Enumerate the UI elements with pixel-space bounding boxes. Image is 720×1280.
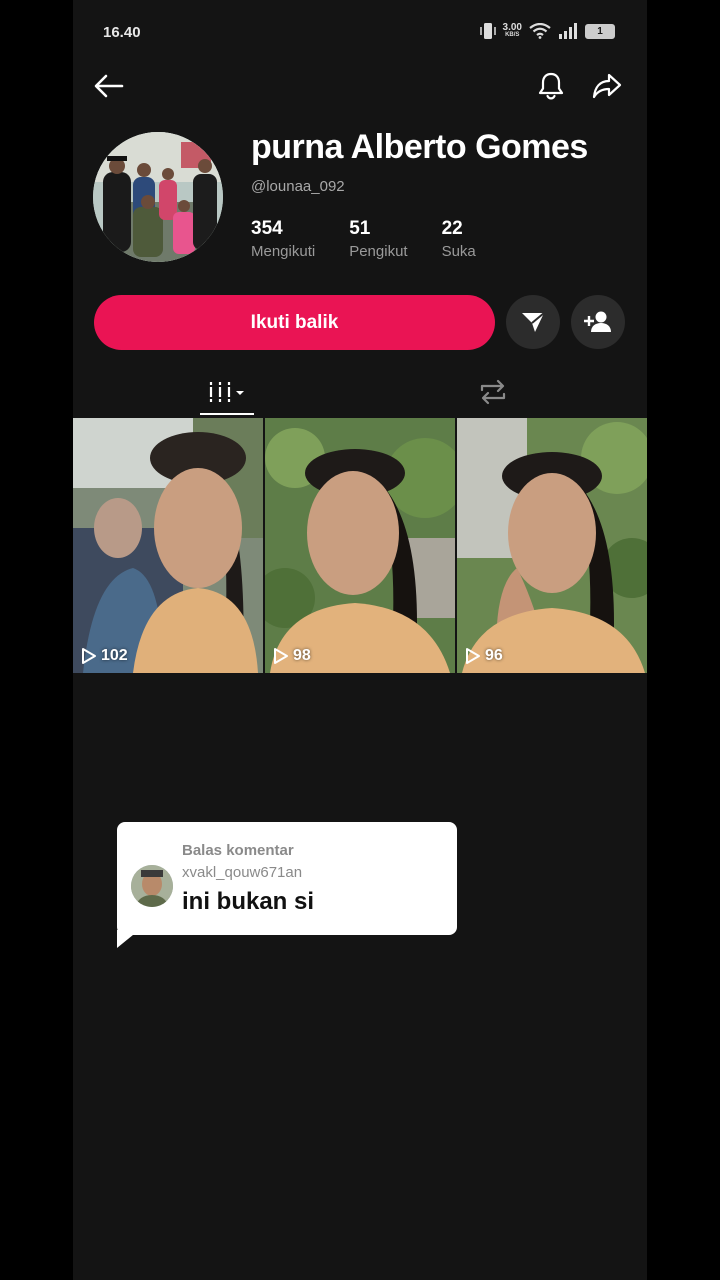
play-icon — [466, 648, 480, 664]
family-photo — [93, 132, 223, 262]
video-frame — [265, 418, 455, 673]
video-frame — [457, 418, 647, 673]
profile-stats: 354 Mengikuti 51 Pengikut 22 Suka — [251, 218, 510, 260]
profile-avatar[interactable] — [93, 132, 223, 262]
back-arrow-icon — [94, 74, 124, 98]
reply-comment-bubble: Balas komentar xvakl_qouw671an ini bukan… — [117, 822, 457, 935]
stat-followers[interactable]: 51 Pengikut — [349, 218, 407, 260]
view-count: 98 — [273, 647, 311, 665]
status-time: 16.40 — [103, 24, 141, 41]
video-thumbnail[interactable]: 96 — [457, 418, 647, 673]
send-message-icon — [522, 312, 545, 332]
app-screen: 16.40 3.00 KB/S 1 purna Alberto Gomes @l… — [73, 0, 647, 1280]
profile-handle: @lounaa_092 — [251, 178, 345, 195]
view-count: 96 — [465, 647, 503, 665]
play-icon — [82, 648, 96, 664]
view-count: 102 — [81, 647, 128, 665]
bubble-tail — [117, 930, 139, 948]
active-tab-indicator — [200, 413, 254, 415]
play-icon — [274, 648, 288, 664]
status-bar: 16.40 3.00 KB/S 1 — [73, 0, 647, 64]
video-thumbnail[interactable]: 102 — [73, 418, 263, 673]
video-frame — [73, 418, 263, 673]
net-speed: 3.00 KB/S — [502, 22, 522, 39]
signal-icon — [559, 23, 577, 39]
follow-back-button[interactable]: Ikuti balik — [94, 295, 495, 350]
wifi-icon — [529, 23, 551, 39]
video-thumbnail[interactable]: 98 — [265, 418, 455, 673]
commenter-avatar — [131, 865, 173, 907]
share-icon — [592, 73, 622, 99]
repost-icon — [480, 379, 506, 405]
profile-name: purna Alberto Gomes — [251, 128, 588, 166]
share-button[interactable] — [587, 66, 627, 106]
add-friend-button[interactable] — [571, 295, 625, 349]
vibrate-icon — [479, 23, 496, 39]
status-icons: 3.00 KB/S 1 — [479, 22, 615, 40]
grid-dropdown-icon — [208, 382, 244, 402]
battery-icon: 1 — [585, 23, 615, 39]
reply-title: Balas komentar — [182, 842, 294, 859]
back-button[interactable] — [89, 66, 129, 106]
bell-icon — [538, 72, 564, 100]
add-friend-icon — [584, 311, 611, 332]
video-grid: 102 98 96 — [73, 418, 647, 673]
tab-reposts[interactable] — [473, 368, 513, 416]
message-button[interactable] — [506, 295, 560, 349]
commenter-username: xvakl_qouw671an — [182, 864, 303, 881]
stat-likes[interactable]: 22 Suka — [442, 218, 476, 260]
stat-following[interactable]: 354 Mengikuti — [251, 218, 315, 260]
notification-button[interactable] — [531, 66, 571, 106]
comment-text: ini bukan si — [182, 888, 315, 915]
tab-videos[interactable] — [200, 368, 254, 416]
